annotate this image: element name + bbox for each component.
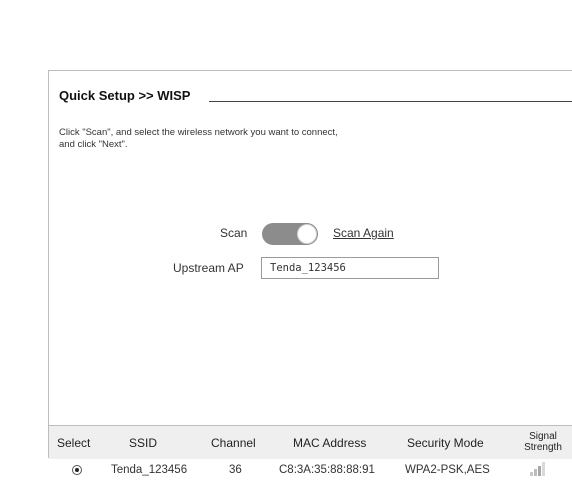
wisp-setup-panel: Quick Setup >> WISP Click "Scan", and se… [48,70,572,476]
header-signal-line-2: Strength [524,442,562,453]
scan-row: Scan Scan Again [49,222,572,246]
header-signal-strength: Signal Strength [520,431,566,453]
row-security-mode: WPA2-PSK,AES [405,464,490,476]
signal-bars-icon [530,462,546,476]
network-table-header: Select SSID Channel MAC Address Security… [49,425,572,459]
select-radio[interactable] [72,465,82,475]
header-channel: Channel [211,436,256,450]
title-divider [209,101,572,102]
scan-again-link[interactable]: Scan Again [333,226,394,240]
toggle-knob [297,224,317,244]
header-mac-address: MAC Address [293,436,367,450]
upstream-ap-row: Upstream AP [49,257,572,279]
instructions: Click "Scan", and select the wireless ne… [59,127,419,151]
page-title: Quick Setup >> WISP [59,88,195,103]
header-ssid: SSID [129,436,158,450]
upstream-ap-label: Upstream AP [173,261,244,275]
header-select: Select [57,436,91,450]
row-ssid: Tenda_123456 [111,464,188,476]
row-channel: 36 [229,464,242,476]
upstream-ap-input[interactable] [261,257,439,279]
table-row[interactable]: Tenda_123456 36 C8:3A:35:88:88:91 WPA2-P… [49,459,572,481]
page-title-row: Quick Setup >> WISP [59,88,572,108]
header-security-mode: Security Mode [407,436,484,450]
scan-toggle[interactable] [262,223,318,245]
header-signal-line-1: Signal [529,431,557,442]
instructions-line-2: and click "Next". [59,139,128,150]
instructions-line-1: Click "Scan", and select the wireless ne… [59,127,338,138]
scan-label: Scan [220,226,248,240]
row-mac-address: C8:3A:35:88:88:91 [279,464,375,476]
